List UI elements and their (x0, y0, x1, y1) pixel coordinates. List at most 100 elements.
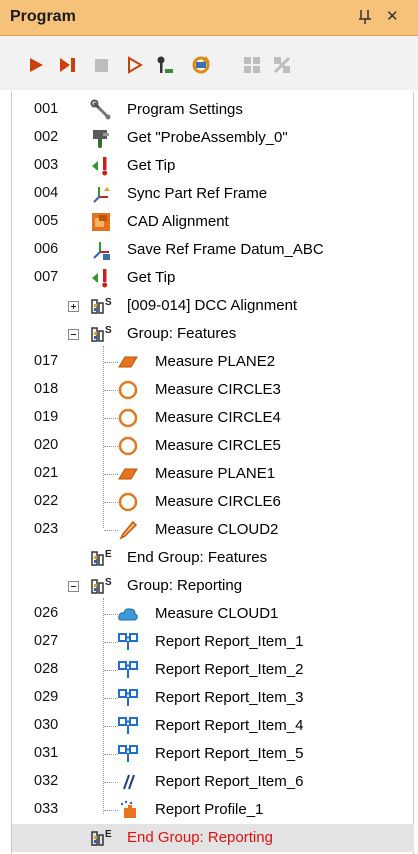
tree-row[interactable]: 021 Measure PLANE1 (0, 460, 418, 488)
tree-row[interactable]: 003 Get Tip (0, 152, 418, 180)
tree-row[interactable]: E End Group: Reporting (12, 824, 414, 852)
line-number: 028 (34, 661, 59, 677)
tree-row[interactable]: 019 Measure CIRCLE4 (0, 404, 418, 432)
line-number: 022 (34, 493, 59, 509)
tree-row[interactable]: 022 Measure CIRCLE6 (0, 488, 418, 516)
tree-row[interactable]: 026 Measure CLOUD1 (0, 600, 418, 628)
circle-icon (117, 379, 139, 401)
grid-icon[interactable] (241, 54, 263, 76)
stop-icon[interactable] (91, 54, 113, 76)
tree-row-label: Measure CIRCLE3 (155, 381, 281, 398)
tree-row[interactable]: 031 Report Report_Item_5 (0, 740, 418, 768)
tree-row[interactable]: 033 Report Profile_1 (0, 796, 418, 824)
tree-row-label: Get Tip (127, 269, 176, 286)
refresh-icon[interactable] (190, 54, 212, 76)
parallel-icon (117, 771, 139, 793)
circle-icon (117, 435, 139, 457)
report-icon (117, 715, 139, 737)
group-start-icon: S (90, 575, 112, 597)
step-into-icon[interactable] (124, 54, 146, 76)
close-icon[interactable]: ✕ (386, 9, 399, 25)
line-number: 021 (34, 465, 59, 481)
tree-row[interactable]: E End Group: Features (0, 544, 418, 572)
svg-text:S: S (105, 297, 112, 308)
tree-row[interactable]: 018 Measure CIRCLE3 (0, 376, 418, 404)
line-number: 023 (34, 521, 59, 537)
sync-frame-icon (90, 183, 112, 205)
line-number: 005 (34, 213, 59, 229)
line-number: 027 (34, 633, 59, 649)
expand-icon[interactable] (68, 301, 79, 312)
tree-group-row[interactable]: S Group: Features (0, 320, 418, 348)
line-number: 032 (34, 773, 59, 789)
tree-row-label: Measure CLOUD1 (155, 605, 279, 622)
probe-assembly-icon (90, 127, 112, 149)
line-number: 003 (34, 157, 59, 173)
report-icon (117, 631, 139, 653)
tree-row-label: Group: Features (127, 325, 237, 342)
line-number: 006 (34, 241, 59, 257)
tree-row[interactable]: 005 CAD Alignment (0, 208, 418, 236)
play-icon[interactable] (25, 54, 47, 76)
line-number: 004 (34, 185, 59, 201)
panel-title: Program (10, 8, 76, 25)
tree-row-label: Get Tip (127, 157, 176, 174)
svg-text:E: E (105, 549, 112, 560)
tree-row-label: [009-014] DCC Alignment (127, 297, 298, 314)
tree-group-row[interactable]: S Group: Reporting (0, 572, 418, 600)
tree-row[interactable]: 027 Report Report_Item_1 (0, 628, 418, 656)
tree-row[interactable]: 029 Report Report_Item_3 (0, 684, 418, 712)
line-number: 030 (34, 717, 59, 733)
line-number: 001 (34, 101, 59, 117)
tree-row-label: Measure PLANE2 (155, 353, 276, 370)
tree-row[interactable]: 017 Measure PLANE2 (0, 348, 418, 376)
key-icon[interactable] (155, 54, 177, 76)
save-frame-icon (90, 239, 112, 261)
group-start-icon: S (90, 323, 112, 345)
tree-row[interactable]: 020 Measure CIRCLE5 (0, 432, 418, 460)
tree-row[interactable]: 004 Sync Part Ref Frame (0, 180, 418, 208)
line-number: 017 (34, 353, 59, 369)
tree-branch-line (104, 446, 118, 447)
tree-branch-line (104, 362, 118, 363)
tree-row-label: Program Settings (127, 101, 243, 118)
line-number: 033 (34, 801, 59, 817)
profile-report-icon (117, 799, 139, 821)
tree-row[interactable]: 006 Save Ref Frame Datum_ABC (0, 236, 418, 264)
cloud-icon (117, 603, 139, 625)
panel-title-bar: Program ✕ (0, 0, 418, 36)
tree-row[interactable]: 007 Get Tip (0, 264, 418, 292)
cancel-icon[interactable] (271, 54, 293, 76)
tree-row-label: Report Report_Item_4 (155, 717, 304, 734)
tree-row-label: Report Report_Item_1 (155, 633, 304, 650)
plane-icon (117, 351, 139, 373)
pin-icon[interactable] (358, 9, 372, 28)
tree-row-label: Measure CLOUD2 (155, 521, 279, 538)
report-icon (117, 743, 139, 765)
plane-icon (117, 463, 139, 485)
tree-branch-line (104, 726, 118, 727)
tree-group-row[interactable]: S [009-014] DCC Alignment (0, 292, 418, 320)
step-next-icon[interactable] (57, 54, 79, 76)
group-end-icon: E (90, 827, 112, 849)
tree-branch-line (104, 642, 118, 643)
tree-row-label: Report Report_Item_3 (155, 689, 304, 706)
tree-branch-line (104, 698, 118, 699)
tree-branch-line (104, 614, 118, 615)
collapse-icon[interactable] (68, 581, 79, 592)
get-tip-icon (90, 155, 112, 177)
line-number: 002 (34, 129, 59, 145)
tree-row[interactable]: 032 Report Report_Item_6 (0, 768, 418, 796)
tree-row[interactable]: 001 Program Settings (0, 96, 418, 124)
tree-row[interactable]: 023 Measure CLOUD2 (0, 516, 418, 544)
tree-row-label: Measure CIRCLE5 (155, 437, 281, 454)
tree-branch-line (104, 418, 118, 419)
tree-row[interactable]: 002 Get "ProbeAssembly_0" (0, 124, 418, 152)
tree-row-label: Report Report_Item_5 (155, 745, 304, 762)
tree-row-label: Sync Part Ref Frame (127, 185, 268, 202)
tree-row-label: Group: Reporting (127, 577, 243, 594)
tree-row[interactable]: 028 Report Report_Item_2 (0, 656, 418, 684)
tree-row[interactable]: 030 Report Report_Item_4 (0, 712, 418, 740)
collapse-icon[interactable] (68, 329, 79, 340)
line-number: 031 (34, 745, 59, 761)
